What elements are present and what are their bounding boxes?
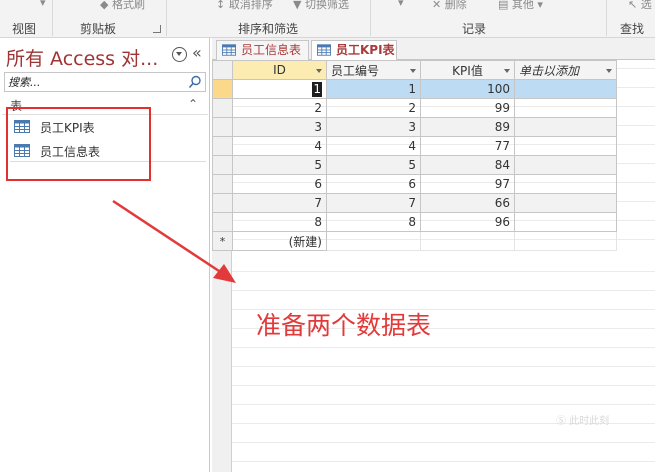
annotation-arrow bbox=[112, 199, 236, 283]
watermark-logo: Ⓢ 此时此刻 bbox=[556, 416, 610, 427]
annotation-text: 准备两个数据表 bbox=[256, 311, 432, 340]
